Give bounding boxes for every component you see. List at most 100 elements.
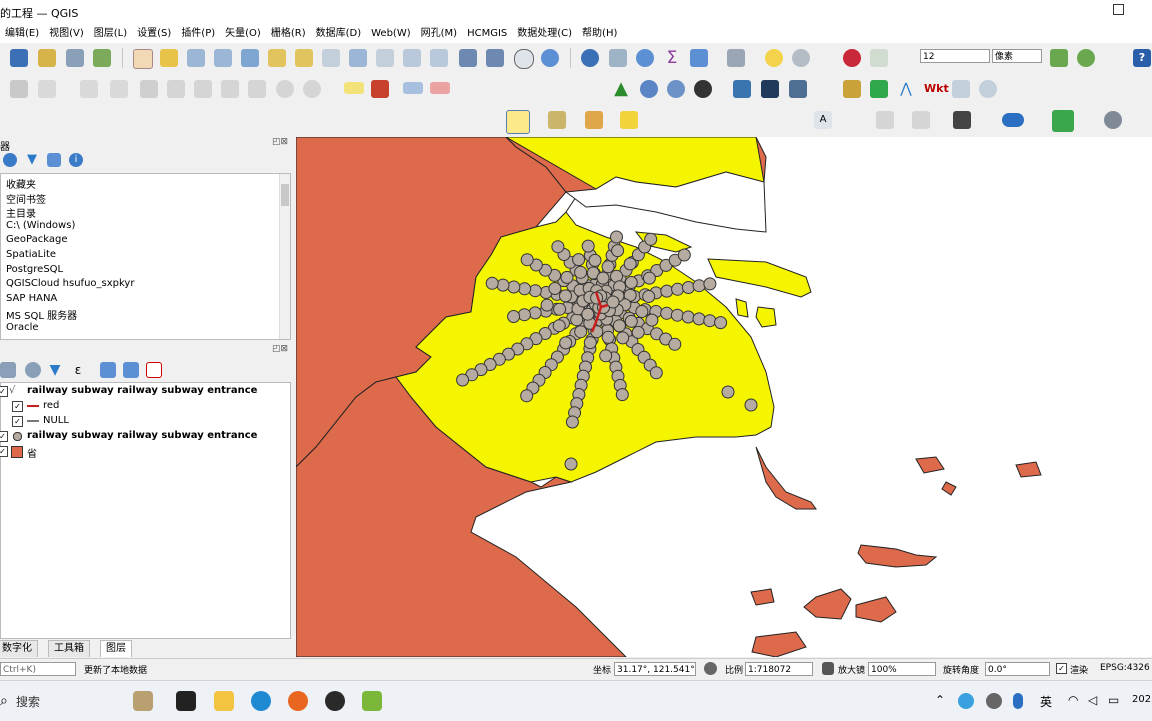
locator-icon[interactable] bbox=[792, 49, 810, 67]
settings-gear-icon[interactable] bbox=[636, 49, 654, 67]
crs-button[interactable]: EPSG:4326 bbox=[1100, 663, 1150, 673]
style-manager-icon[interactable] bbox=[93, 49, 111, 67]
info-icon[interactable]: i bbox=[69, 153, 83, 167]
pan-to-selection-icon[interactable] bbox=[160, 49, 178, 67]
select-location-icon[interactable] bbox=[620, 111, 638, 129]
highlight-label-icon[interactable] bbox=[403, 82, 423, 94]
battery-icon[interactable]: ▭ bbox=[1108, 693, 1119, 707]
refresh-icon[interactable] bbox=[541, 49, 559, 67]
save-project-icon[interactable] bbox=[10, 49, 28, 67]
undo-icon[interactable] bbox=[276, 80, 294, 98]
zoom-next-icon[interactable] bbox=[376, 49, 394, 67]
pin-label-icon[interactable] bbox=[430, 82, 450, 94]
browser-item[interactable]: C:\ (Windows) bbox=[6, 220, 75, 231]
delete-selected-icon[interactable] bbox=[167, 80, 185, 98]
zoom-last-icon[interactable] bbox=[349, 49, 367, 67]
map-tips-icon[interactable] bbox=[765, 49, 783, 67]
menu-item-0[interactable]: 编辑(E) bbox=[0, 25, 44, 43]
qgis-icon[interactable] bbox=[362, 691, 382, 711]
menu-item-3[interactable]: 设置(S) bbox=[132, 25, 176, 43]
taskbar-search-input[interactable]: 搜索 bbox=[16, 693, 40, 710]
web-icon[interactable] bbox=[1104, 111, 1122, 129]
search-layer-icon[interactable] bbox=[952, 80, 970, 98]
menu-item-6[interactable]: 栅格(R) bbox=[266, 25, 311, 43]
coordinate-icon[interactable] bbox=[979, 80, 997, 98]
measure-icon[interactable] bbox=[727, 49, 745, 67]
menu-item-7[interactable]: 数据库(D) bbox=[311, 25, 367, 43]
expand-all-icon[interactable] bbox=[100, 362, 116, 378]
node-tool-icon[interactable] bbox=[110, 80, 128, 98]
show-bookmarks-icon[interactable] bbox=[486, 49, 504, 67]
coordinate-field[interactable]: 31.17°, 121.541° bbox=[614, 662, 696, 676]
locate-icon[interactable] bbox=[1052, 110, 1074, 132]
menu-item-8[interactable]: Web(W) bbox=[366, 25, 416, 43]
globe-icon[interactable] bbox=[1077, 49, 1095, 67]
menu-item-1[interactable]: 视图(V) bbox=[44, 25, 89, 43]
new-map-view-icon[interactable] bbox=[403, 49, 421, 67]
panel-float-button[interactable]: ◰⊠ bbox=[272, 137, 288, 147]
label-icon[interactable] bbox=[344, 82, 364, 94]
menu-item-4[interactable]: 插件(P) bbox=[176, 25, 220, 43]
console-icon[interactable] bbox=[761, 80, 779, 98]
paste-icon[interactable] bbox=[248, 80, 266, 98]
chevron-up-icon[interactable]: ⌃ bbox=[935, 693, 945, 707]
export-icon[interactable] bbox=[953, 111, 971, 129]
new-3d-view-icon[interactable] bbox=[430, 49, 448, 67]
tab-digitize[interactable]: 数字化 bbox=[0, 640, 38, 657]
field-calculator-icon[interactable] bbox=[690, 49, 708, 67]
browser-item[interactable]: 主目录 bbox=[6, 205, 36, 220]
tray-icon[interactable] bbox=[958, 693, 974, 709]
cut-icon[interactable] bbox=[194, 80, 212, 98]
browser-scrollbar[interactable] bbox=[279, 174, 290, 339]
remove-layer-icon[interactable] bbox=[146, 362, 162, 378]
pan-icon[interactable] bbox=[133, 49, 153, 69]
eye-icon[interactable] bbox=[25, 362, 41, 378]
tab-toolbox[interactable]: 工具箱 bbox=[48, 640, 90, 657]
zoom-to-selection-icon[interactable] bbox=[268, 49, 286, 67]
layer-visibility-checkbox[interactable]: ✓ bbox=[0, 431, 8, 442]
browser-item[interactable]: SAP HANA bbox=[6, 293, 57, 304]
redo-icon[interactable] bbox=[303, 80, 321, 98]
layer-name[interactable]: red bbox=[43, 400, 59, 411]
menu-item-9[interactable]: 网孔(M) bbox=[416, 25, 462, 43]
select-by-value-icon[interactable] bbox=[548, 111, 566, 129]
copy-icon[interactable] bbox=[221, 80, 239, 98]
search-icon[interactable]: ⌕ bbox=[0, 693, 8, 709]
magic-wand-icon[interactable] bbox=[912, 111, 930, 129]
browser-item[interactable]: SpatiaLite bbox=[6, 249, 56, 260]
menu-item-5[interactable]: 矢量(O) bbox=[220, 25, 266, 43]
rotation-field[interactable]: 0.0° bbox=[985, 662, 1050, 676]
zoom-in-icon[interactable] bbox=[187, 49, 205, 67]
zoom-to-layer-icon[interactable] bbox=[295, 49, 313, 67]
expression-filter-icon[interactable]: ε bbox=[70, 362, 86, 378]
volume-icon[interactable]: ◁ bbox=[1088, 693, 1097, 707]
browser-item[interactable]: MS SQL 服务器 bbox=[6, 307, 77, 322]
panel-float-button[interactable]: ◰⊠ bbox=[272, 344, 288, 354]
refresh-icon[interactable] bbox=[3, 153, 17, 167]
web-globe-icon[interactable] bbox=[667, 80, 685, 98]
toggle-extents-icon[interactable] bbox=[704, 662, 717, 675]
file-explorer-icon[interactable] bbox=[214, 691, 234, 711]
vertex-tool-icon[interactable] bbox=[1050, 49, 1068, 67]
zoom-out-icon[interactable] bbox=[214, 49, 232, 67]
browser-item[interactable]: 收藏夹 bbox=[6, 176, 36, 191]
grid-icon[interactable] bbox=[789, 80, 807, 98]
zoom-full-icon[interactable] bbox=[241, 49, 259, 67]
save-edits-icon[interactable] bbox=[10, 80, 28, 98]
deselect-icon[interactable] bbox=[585, 111, 603, 129]
tab-layers[interactable]: 图层 bbox=[100, 640, 132, 657]
open-attribute-table-icon[interactable] bbox=[609, 49, 627, 67]
task-view-icon[interactable] bbox=[176, 691, 196, 711]
select-features-icon[interactable] bbox=[506, 110, 530, 134]
cloud-icon[interactable] bbox=[1002, 113, 1024, 127]
menu-item-10[interactable]: HCMGIS bbox=[462, 25, 512, 43]
network-icon[interactable]: ⋀ bbox=[897, 80, 915, 98]
statistics-sigma-icon[interactable]: Σ bbox=[663, 49, 681, 67]
digitize-line-icon[interactable] bbox=[38, 80, 56, 98]
add-polygon-icon[interactable] bbox=[80, 80, 98, 98]
scale-combo[interactable]: 1:718072 bbox=[745, 662, 813, 676]
microphone-icon[interactable] bbox=[1013, 693, 1023, 709]
menu-item-12[interactable]: 帮助(H) bbox=[577, 25, 622, 43]
filter-icon[interactable]: ▼ bbox=[25, 153, 39, 167]
triangle-icon[interactable]: ▲ bbox=[612, 80, 630, 98]
